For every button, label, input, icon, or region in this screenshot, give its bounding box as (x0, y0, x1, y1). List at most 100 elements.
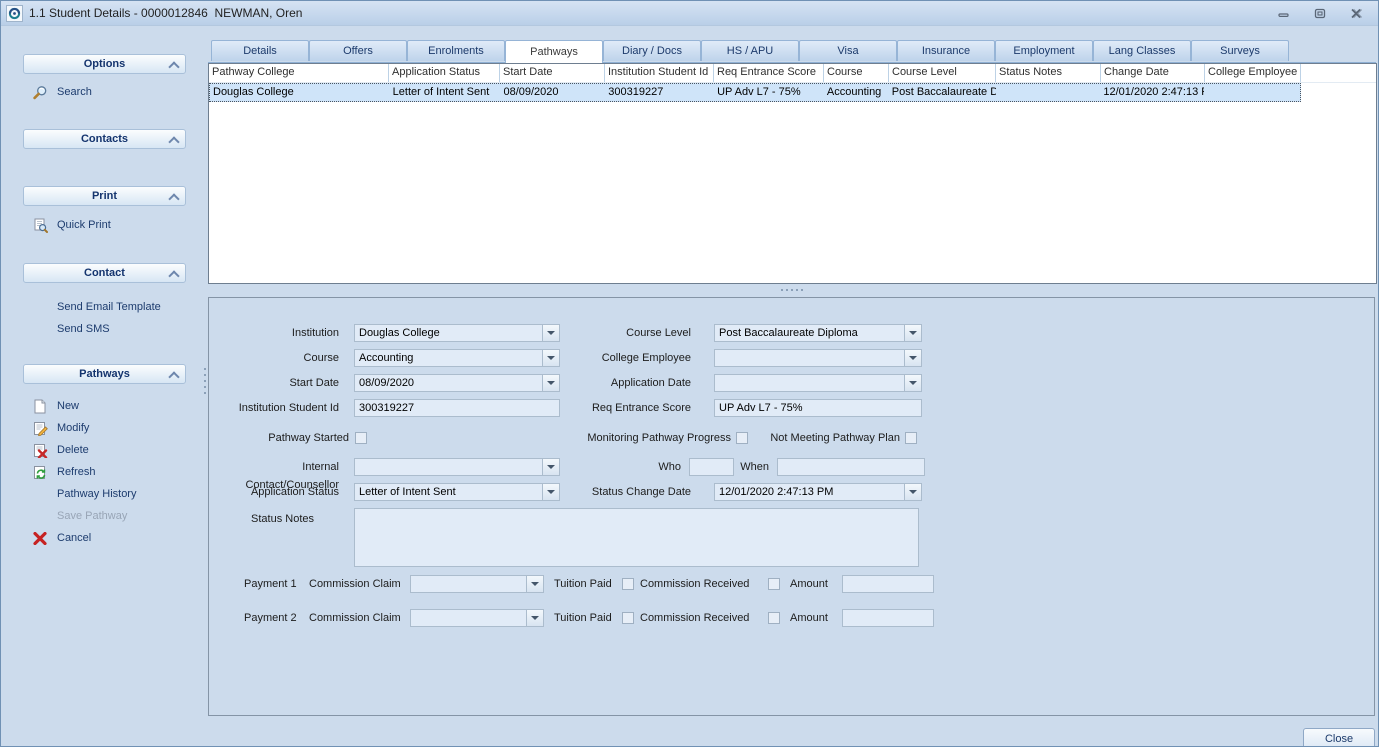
sidebar-section-print[interactable]: Print (23, 186, 186, 206)
pathways-grid: Pathway College Application Status Start… (208, 63, 1377, 284)
dropdown-arrow-icon[interactable] (904, 325, 921, 341)
restore-icon[interactable] (1312, 6, 1328, 20)
tab-details[interactable]: Details (211, 40, 309, 61)
status-change-date-combo[interactable]: 12/01/2020 2:47:13 PM (714, 483, 922, 501)
column-header-course-level[interactable]: Course Level (889, 64, 996, 82)
tab-enrolments[interactable]: Enrolments (407, 40, 505, 61)
tab-pathways[interactable]: Pathways (505, 40, 603, 63)
cell-course: Accounting (824, 84, 889, 101)
table-row[interactable]: Douglas College Letter of Intent Sent 08… (209, 83, 1301, 102)
cell-course-level: Post Baccalaureate Diploma (889, 84, 996, 101)
start-date-label: Start Date (209, 374, 339, 392)
payment2-amount-field[interactable] (842, 609, 934, 627)
college-employee-combo[interactable] (714, 349, 922, 367)
not-meeting-pathway-plan-checkbox[interactable] (905, 432, 917, 444)
tab-diary-docs[interactable]: Diary / Docs (603, 40, 701, 61)
column-header-course[interactable]: Course (824, 64, 889, 82)
column-header-pathway-college[interactable]: Pathway College (209, 64, 389, 82)
course-level-combo[interactable]: Post Baccalaureate Diploma (714, 324, 922, 342)
dropdown-arrow-icon[interactable] (904, 350, 921, 366)
tab-employment[interactable]: Employment (995, 40, 1093, 61)
pathway-detail-form: Institution Douglas College Course Level… (208, 297, 1375, 716)
sidebar-item-label: New (57, 400, 79, 412)
pathway-started-checkbox[interactable] (355, 432, 367, 444)
sidebar-item-delete[interactable]: Delete (32, 441, 89, 459)
grid-form-splitter[interactable] (208, 285, 1376, 294)
tab-hs-apu[interactable]: HS / APU (701, 40, 799, 61)
sidebar-item-label: Quick Print (57, 219, 111, 231)
tab-lang-classes[interactable]: Lang Classes (1093, 40, 1191, 61)
payment2-tuition-paid-checkbox[interactable] (622, 612, 634, 624)
sidebar-item-search[interactable]: Search (32, 83, 92, 101)
course-combo[interactable]: Accounting (354, 349, 560, 367)
section-options-title: Options (84, 58, 126, 70)
monitoring-pathway-progress-checkbox[interactable] (736, 432, 748, 444)
column-header-change-date[interactable]: Change Date (1101, 64, 1205, 82)
dropdown-arrow-icon[interactable] (526, 610, 543, 626)
payment1-amount-field[interactable] (842, 575, 934, 593)
institution-combo[interactable]: Douglas College (354, 324, 560, 342)
sidebar-section-contacts[interactable]: Contacts (23, 129, 186, 149)
app-icon (6, 5, 23, 22)
sidebar-item-label: Refresh (57, 466, 96, 478)
payment1-commission-received-checkbox[interactable] (768, 578, 780, 590)
tab-visa[interactable]: Visa (799, 40, 897, 61)
sidebar-item-pathway-history[interactable]: Pathway History (32, 485, 136, 503)
column-header-college-employee[interactable]: College Employee (1205, 64, 1301, 82)
sidebar-item-quick-print[interactable]: Quick Print (32, 216, 111, 234)
sidebar-item-send-sms[interactable]: Send SMS (32, 320, 110, 338)
minimize-icon[interactable] (1276, 6, 1292, 20)
payment2-commission-claim-combo[interactable] (410, 609, 544, 627)
application-status-combo[interactable]: Letter of Intent Sent (354, 483, 560, 501)
application-date-combo[interactable] (714, 374, 922, 392)
internal-contact-counsellor-label: Internal Contact/Counsellor (209, 458, 339, 476)
req-entrance-score-field[interactable]: UP Adv L7 - 75% (714, 399, 922, 417)
sidebar-item-modify[interactable]: Modify (32, 419, 89, 437)
chevron-up-icon (168, 136, 179, 147)
sidebar-item-send-email-template[interactable]: Send Email Template (32, 298, 161, 316)
application-date-label: Application Date (549, 374, 691, 392)
status-change-date-label: Status Change Date (549, 483, 691, 501)
payment1-tuition-paid-checkbox[interactable] (622, 578, 634, 590)
dropdown-arrow-icon[interactable] (526, 576, 543, 592)
search-icon (32, 84, 48, 100)
pathway-started-label: Pathway Started (209, 429, 349, 447)
tab-offers[interactable]: Offers (309, 40, 407, 61)
cancel-x-icon (32, 530, 48, 546)
grid-header: Pathway College Application Status Start… (209, 64, 1376, 83)
sidebar-section-options[interactable]: Options (23, 54, 186, 74)
payment1-commission-claim-combo[interactable] (410, 575, 544, 593)
dropdown-arrow-icon[interactable] (542, 459, 559, 475)
column-header-application-status[interactable]: Application Status (389, 64, 500, 82)
sidebar-item-save-pathway: Save Pathway (32, 507, 127, 525)
sidebar-item-label: Send Email Template (57, 301, 161, 313)
who-field[interactable] (689, 458, 734, 476)
sidebar-item-new[interactable]: New (32, 397, 79, 415)
column-header-status-notes[interactable]: Status Notes (996, 64, 1101, 82)
column-header-req-entrance-score[interactable]: Req Entrance Score (714, 64, 824, 82)
column-header-start-date[interactable]: Start Date (500, 64, 605, 82)
sidebar-section-contact[interactable]: Contact (23, 263, 186, 283)
titlebar[interactable]: 1.1 Student Details - 0000012846 NEWMAN,… (1, 1, 1378, 26)
internal-contact-counsellor-combo[interactable] (354, 458, 560, 476)
when-field[interactable] (777, 458, 925, 476)
institution-student-id-field[interactable]: 300319227 (354, 399, 560, 417)
column-header-institution-student-id[interactable]: Institution Student Id (605, 64, 714, 82)
dropdown-arrow-icon[interactable] (904, 375, 921, 391)
sidebar-section-pathways[interactable]: Pathways (23, 364, 186, 384)
status-notes-textarea[interactable] (354, 508, 919, 567)
sidebar-item-cancel[interactable]: Cancel (32, 529, 91, 547)
who-label: Who (646, 458, 681, 476)
new-page-icon (32, 398, 48, 414)
tab-surveys[interactable]: Surveys (1191, 40, 1289, 61)
sidebar-item-refresh[interactable]: Refresh (32, 463, 96, 481)
cell-institution-student-id: 300319227 (605, 84, 714, 101)
tab-insurance[interactable]: Insurance (897, 40, 995, 61)
not-meeting-pathway-plan-label: Not Meeting Pathway Plan (770, 429, 900, 447)
start-date-combo[interactable]: 08/09/2020 (354, 374, 560, 392)
payment2-commission-received-checkbox[interactable] (768, 612, 780, 624)
close-window-icon[interactable] (1348, 6, 1364, 20)
payment2-commission-claim-label: Commission Claim (309, 609, 401, 627)
close-button[interactable]: Close (1303, 728, 1375, 747)
dropdown-arrow-icon[interactable] (904, 484, 921, 500)
